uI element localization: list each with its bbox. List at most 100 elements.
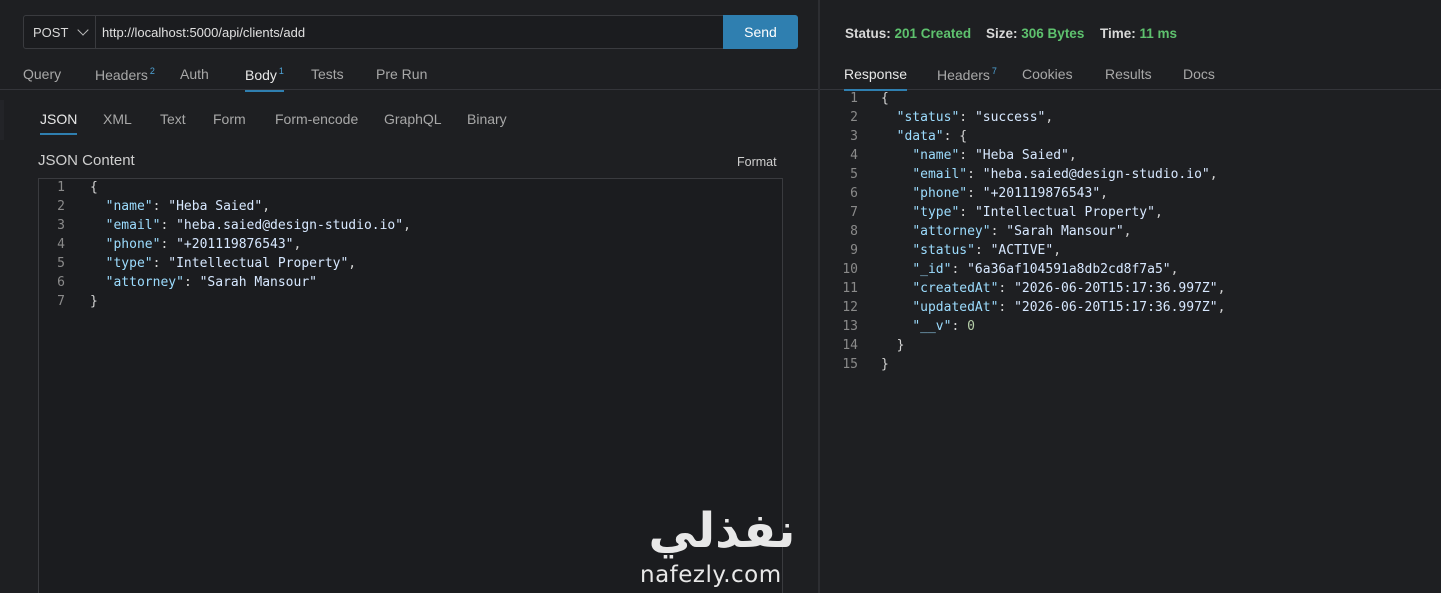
json-punctuation — [90, 256, 106, 271]
body-tab-json[interactable]: JSON — [40, 111, 78, 135]
code-text: { — [881, 91, 889, 106]
line-number: 1 — [57, 180, 65, 195]
code-text: "status": "ACTIVE", — [881, 243, 1061, 258]
code-text: "name": "Heba Saied", — [90, 199, 270, 214]
json-key: "phone" — [912, 186, 968, 201]
json-string: "2026-06-20T15:17:36.997Z" — [1014, 281, 1218, 296]
json-key: "phone" — [105, 237, 161, 252]
json-punctuation: , — [1217, 300, 1226, 315]
code-line: 6 "phone": "+201119876543", — [820, 186, 1441, 205]
line-number: 13 — [842, 319, 858, 334]
format-button[interactable]: Format — [737, 155, 777, 169]
json-punctuation: : — [998, 281, 1015, 296]
body-tab-xml[interactable]: XML — [103, 111, 132, 133]
code-text: "email": "heba.saied@design-studio.io", — [90, 218, 411, 233]
code-line: 4 "name": "Heba Saied", — [820, 148, 1441, 167]
json-content-label: JSON Content — [38, 152, 135, 169]
response-tab-response[interactable]: Response — [844, 66, 908, 91]
tab-query[interactable]: Query — [23, 66, 61, 89]
body-tab-binary[interactable]: Binary — [467, 111, 507, 133]
code-text: } — [90, 294, 98, 309]
line-number: 10 — [842, 262, 858, 277]
json-punctuation — [881, 186, 912, 201]
response-tab-results[interactable]: Results — [1105, 66, 1152, 89]
line-number: 4 — [850, 148, 858, 163]
code-line: 4 "phone": "+201119876543", — [39, 237, 782, 256]
json-punctuation: { — [881, 91, 889, 106]
body-tab-text[interactable]: Text — [160, 111, 186, 133]
json-punctuation: , — [1123, 224, 1132, 239]
json-punctuation: , — [262, 199, 271, 214]
line-number: 3 — [57, 218, 65, 233]
tab-headers[interactable]: Headers 2 — [95, 66, 155, 90]
response-tabs: Response Headers 7 Cookies Results Docs — [820, 60, 1441, 91]
json-punctuation — [881, 262, 912, 277]
send-button[interactable]: Send — [723, 15, 798, 49]
status-value: 201 Created — [894, 26, 972, 41]
url-input[interactable]: http://localhost:5000/api/clients/add — [96, 16, 723, 48]
json-key: "__v" — [912, 319, 952, 334]
time-value: 11 ms — [1139, 26, 1178, 41]
code-text: "_id": "6a36af104591a8db2cd8f7a5", — [881, 262, 1178, 277]
tab-label: Cookies — [1022, 66, 1073, 82]
size-label: Size: — [986, 26, 1018, 41]
response-tab-cookies[interactable]: Cookies — [1022, 66, 1073, 89]
json-punctuation: : { — [943, 129, 968, 144]
size-indicator: Size: 306 Bytes — [986, 26, 1084, 41]
code-text: } — [881, 338, 905, 353]
body-tab-graphql[interactable]: GraphQL — [384, 111, 442, 133]
json-string: "+201119876543" — [982, 186, 1101, 201]
json-punctuation — [881, 167, 912, 182]
json-punctuation: : — [951, 319, 968, 334]
body-tab-form[interactable]: Form — [213, 111, 246, 133]
json-punctuation: : — [160, 237, 177, 252]
code-line: 13 "__v": 0 — [820, 319, 1441, 338]
code-line: 8 "attorney": "Sarah Mansour", — [820, 224, 1441, 243]
json-punctuation: : — [959, 148, 975, 163]
json-key: "attorney" — [105, 275, 184, 290]
tab-label: Query — [23, 66, 62, 82]
json-punctuation: , — [1068, 148, 1077, 163]
response-body-viewer[interactable]: 1{2 "status": "success", 3 "data": {4 "na… — [820, 90, 1441, 390]
json-punctuation — [90, 275, 106, 290]
tab-pre-run[interactable]: Pre Run — [376, 66, 427, 89]
tab-label: Results — [1105, 66, 1152, 82]
body-tab-form-encode[interactable]: Form-encode — [275, 111, 358, 133]
json-punctuation: : — [967, 186, 983, 201]
json-key: "email" — [105, 218, 161, 233]
json-punctuation: : — [160, 218, 177, 233]
json-key: "email" — [912, 167, 968, 182]
response-tab-headers[interactable]: Headers 7 — [937, 66, 997, 90]
json-punctuation — [881, 224, 912, 239]
code-line: 5 "email": "heba.saied@design-studio.io"… — [820, 167, 1441, 186]
time-indicator: Time: 11 ms — [1100, 26, 1177, 41]
code-text: "phone": "+201119876543", — [90, 237, 302, 252]
code-line: 5 "type": "Intellectual Property", — [39, 256, 782, 275]
line-number: 4 — [57, 237, 65, 252]
code-text: "createdAt": "2026-06-20T15:17:36.997Z", — [881, 281, 1225, 296]
size-value: 306 Bytes — [1021, 26, 1085, 41]
json-key: "type" — [912, 205, 960, 220]
body-type-tabs: JSON XML Text Form Form-encode GraphQL Binary — [0, 103, 818, 137]
watermark-arabic: نفذلي — [648, 503, 796, 559]
json-punctuation: } — [881, 357, 889, 372]
json-string: "success" — [974, 110, 1046, 125]
json-string: "6a36af104591a8db2cd8f7a5" — [967, 262, 1171, 277]
code-text: "type": "Intellectual Property", — [90, 256, 356, 271]
json-punctuation: : — [152, 199, 169, 214]
tab-label: Docs — [1183, 66, 1215, 82]
nafezly-watermark: نفذلي nafezly.com — [632, 500, 812, 593]
chevron-down-icon — [77, 24, 89, 36]
json-string: "heba.saied@design-studio.io" — [982, 167, 1210, 182]
line-number: 7 — [57, 294, 65, 309]
code-text: "__v": 0 — [881, 319, 975, 334]
tab-auth[interactable]: Auth — [180, 66, 209, 89]
json-punctuation — [881, 319, 912, 334]
json-punctuation — [881, 129, 897, 144]
response-tab-docs[interactable]: Docs — [1183, 66, 1215, 89]
method-select[interactable]: POST — [24, 16, 96, 48]
code-line: 1{ — [39, 180, 782, 199]
tab-body[interactable]: Body 1 — [245, 66, 284, 92]
json-key: "type" — [105, 256, 153, 271]
tab-tests[interactable]: Tests — [311, 66, 344, 89]
